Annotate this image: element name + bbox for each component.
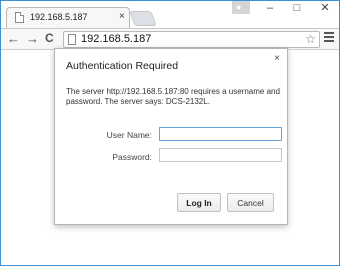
forward-arrow-icon[interactable]: → xyxy=(26,31,39,46)
new-tab-button[interactable] xyxy=(129,11,157,26)
tab-close-icon[interactable]: × xyxy=(119,11,125,22)
url-text[interactable]: 192.168.5.187 xyxy=(81,33,151,45)
login-button[interactable]: Log In xyxy=(177,193,221,212)
dialog-message: The server http://192.168.5.187:80 requi… xyxy=(66,87,280,106)
address-bar[interactable]: 192.168.5.187 ☆ xyxy=(63,31,320,48)
bookmark-star-icon[interactable]: ☆ xyxy=(305,32,316,46)
username-label: User Name: xyxy=(106,130,152,140)
dialog-title: Authentication Required xyxy=(66,60,179,72)
person-icon[interactable]: ● xyxy=(232,1,250,14)
tab-strip: 192.168.5.187 × ● – □ ✕ xyxy=(1,1,339,28)
password-label: Password: xyxy=(112,152,152,162)
hamburger-menu-icon[interactable] xyxy=(324,32,334,44)
maximize-button[interactable]: □ xyxy=(284,1,310,17)
authentication-dialog: × Authentication Required The server htt… xyxy=(54,48,288,225)
username-field[interactable] xyxy=(159,127,282,141)
password-field[interactable] xyxy=(159,148,282,162)
close-window-button[interactable]: ✕ xyxy=(312,1,338,17)
minimize-button[interactable]: – xyxy=(257,1,283,17)
tab-title: 192.168.5.187 xyxy=(30,12,88,22)
page-icon xyxy=(15,12,24,23)
cancel-button[interactable]: Cancel xyxy=(227,193,274,212)
page-icon xyxy=(68,34,76,45)
browser-tab[interactable]: 192.168.5.187 × xyxy=(6,7,130,28)
back-arrow-icon[interactable]: ← xyxy=(7,31,20,46)
reload-icon[interactable]: C xyxy=(45,31,54,45)
dialog-close-icon[interactable]: × xyxy=(274,53,280,64)
browser-window: 192.168.5.187 × ● – □ ✕ ← → C 192.168.5.… xyxy=(0,0,340,266)
browser-toolbar: ← → C 192.168.5.187 ☆ xyxy=(1,28,339,50)
